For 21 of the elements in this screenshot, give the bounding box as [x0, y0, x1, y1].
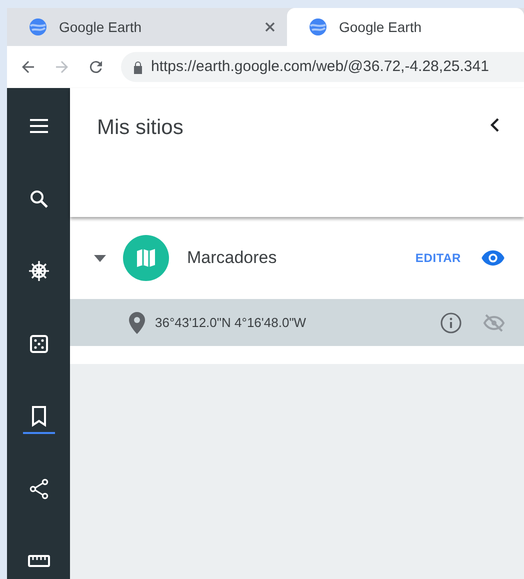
tab-title: Google Earth	[339, 18, 422, 37]
globe-icon	[309, 18, 327, 36]
browser-tab[interactable]: Google Earth	[287, 8, 524, 46]
close-icon[interactable]	[265, 22, 275, 32]
edit-button[interactable]: EDITAR	[415, 249, 461, 267]
pin-icon	[129, 312, 145, 334]
lock-icon	[133, 60, 143, 74]
folder-name: Marcadores	[187, 247, 278, 270]
sidebar-button[interactable]	[22, 404, 54, 434]
collapse-icon[interactable]	[490, 118, 500, 132]
globe-icon	[29, 18, 47, 36]
ship-wheel-icon	[26, 259, 50, 284]
map-folder-icon	[123, 235, 169, 281]
reload-icon[interactable]	[87, 58, 105, 76]
placemark-name: 36°43'12.0"N 4°16'48.0"W	[155, 314, 308, 332]
panel-title: Mis sitios	[97, 115, 184, 141]
placemark-row[interactable]: 36°43'12.0"N 4°16'48.0"W	[70, 299, 524, 346]
address-bar[interactable]: https://earth.google.com/web/@36.72,-4.28,25.341	[121, 52, 524, 82]
info-icon[interactable]	[440, 312, 462, 334]
url-text: https://earth.google.com/web/@36.72,-4.28,25.341	[151, 56, 489, 77]
tab-title: Google Earth	[59, 18, 142, 37]
